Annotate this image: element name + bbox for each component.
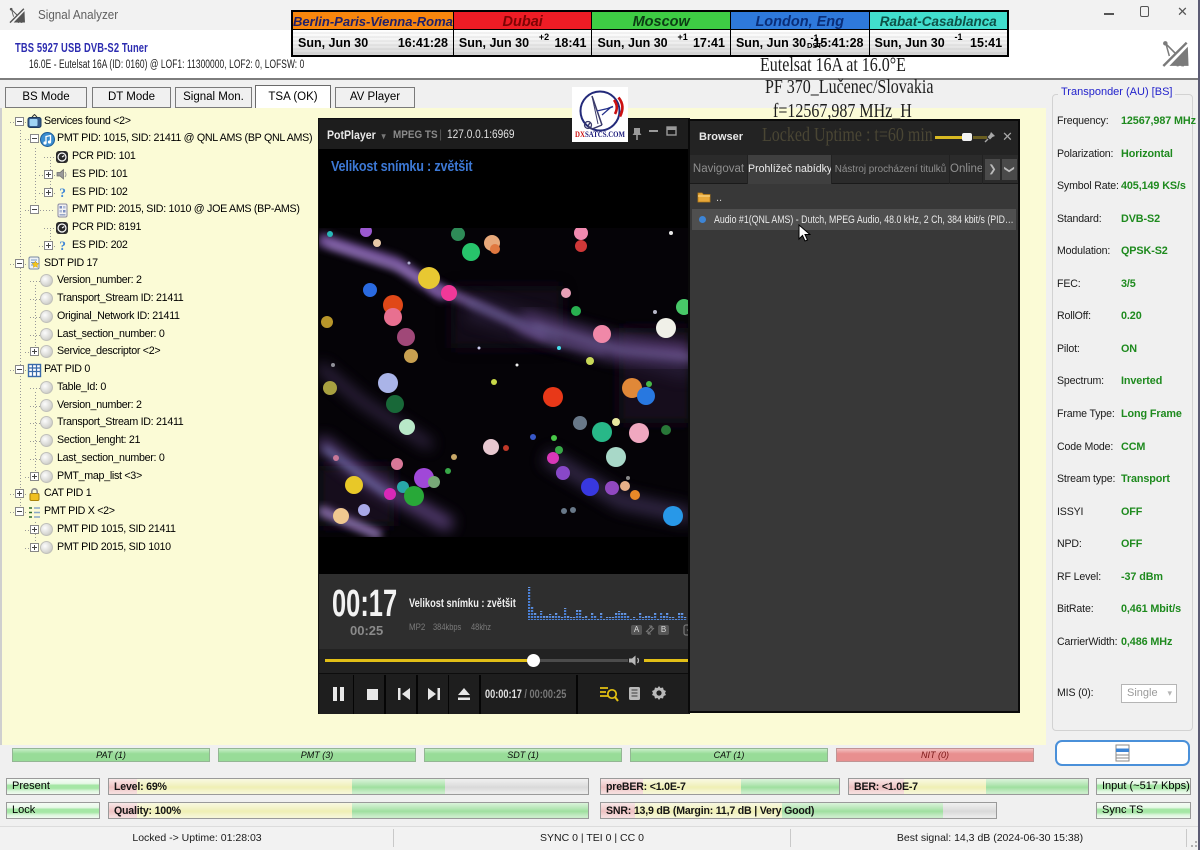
svg-text:?: ? — [59, 238, 65, 253]
svg-text:DXSATCS.COM: DXSATCS.COM — [575, 129, 625, 139]
svg-text:?: ? — [59, 185, 65, 200]
